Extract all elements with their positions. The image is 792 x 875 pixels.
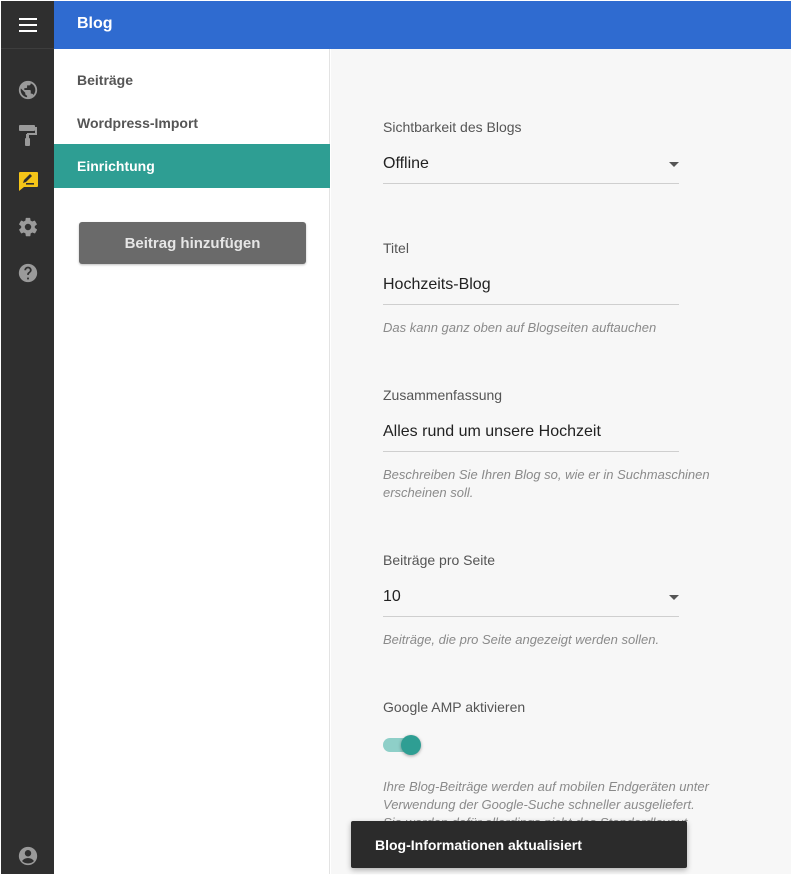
amp-label: Google AMP aktivieren — [383, 699, 526, 715]
icon-rail — [1, 1, 54, 874]
snackbar: Blog-Informationen aktualisiert — [351, 821, 687, 868]
title-value: Hochzeits-Blog — [383, 275, 491, 293]
menu-icon — [18, 17, 37, 32]
sidebar-item-einrichtung[interactable]: Einrichtung — [54, 144, 330, 188]
globe-icon[interactable] — [16, 78, 40, 102]
visibility-label: Sichtbarkeit des Blogs — [383, 119, 522, 135]
title-hint: Das kann ganz oben auf Blogseiten auftau… — [383, 320, 657, 335]
per-page-hint: Beiträge, die pro Seite angezeigt werden… — [383, 632, 660, 647]
summary-value: Alles rund um unsere Hochzeit — [383, 422, 601, 440]
visibility-value: Offline — [383, 154, 429, 172]
amp-hint-line-2: Verwendung der Google-Suche schneller au… — [383, 797, 695, 812]
summary-hint-line-1: Beschreiben Sie Ihren Blog so, wie er in… — [383, 467, 710, 482]
amp-hint-line-1: Ihre Blog-Beiträge werden auf mobilen En… — [383, 779, 709, 794]
help-icon[interactable] — [16, 261, 40, 285]
dropdown-caret-icon — [669, 162, 679, 167]
blog-edit-icon[interactable] — [16, 169, 40, 193]
amp-toggle[interactable] — [383, 735, 423, 755]
visibility-select[interactable]: Offline — [383, 144, 679, 184]
account-icon[interactable] — [16, 844, 40, 868]
menu-button[interactable] — [1, 1, 54, 49]
per-page-value: 10 — [383, 587, 401, 605]
per-page-field: Beiträge pro Seite 10 Beiträge, die pro … — [383, 552, 679, 647]
top-bar: Blog — [54, 1, 791, 49]
summary-field: Zusammenfassung Alles rund um unsere Hoc… — [383, 387, 710, 500]
sidebar-item-beitraege[interactable]: Beiträge — [54, 58, 330, 102]
title-label: Titel — [383, 240, 409, 256]
summary-input[interactable]: Alles rund um unsere Hochzeit — [383, 412, 679, 452]
per-page-label: Beiträge pro Seite — [383, 552, 496, 568]
title-input[interactable]: Hochzeits-Blog — [383, 265, 679, 305]
page-title: Blog — [77, 15, 113, 32]
dropdown-caret-icon — [669, 595, 679, 600]
toggle-knob — [401, 735, 421, 755]
gear-icon[interactable] — [16, 215, 40, 239]
sidebar-item-wordpress-import[interactable]: Wordpress-Import — [54, 101, 330, 145]
blog-sidebar: Beiträge Wordpress-Import Einrichtung Be… — [54, 49, 330, 874]
add-post-button[interactable]: Beitrag hinzufügen — [79, 222, 306, 264]
summary-hint-line-2: erscheinen soll. — [383, 485, 474, 500]
summary-hint: Beschreiben Sie Ihren Blog so, wie er in… — [383, 466, 743, 502]
settings-panel: Sichtbarkeit des Blogs Offline Titel Hoc… — [331, 49, 791, 874]
snackbar-message: Blog-Informationen aktualisiert — [375, 836, 582, 853]
paint-roller-icon[interactable] — [16, 123, 40, 147]
per-page-select[interactable]: 10 — [383, 577, 679, 617]
summary-label: Zusammenfassung — [383, 387, 503, 403]
visibility-field: Sichtbarkeit des Blogs Offline — [383, 119, 679, 184]
amp-field: Google AMP aktivieren Ihre Blog-Beiträge… — [383, 699, 709, 830]
title-field: Titel Hochzeits-Blog Das kann ganz oben … — [383, 240, 679, 335]
